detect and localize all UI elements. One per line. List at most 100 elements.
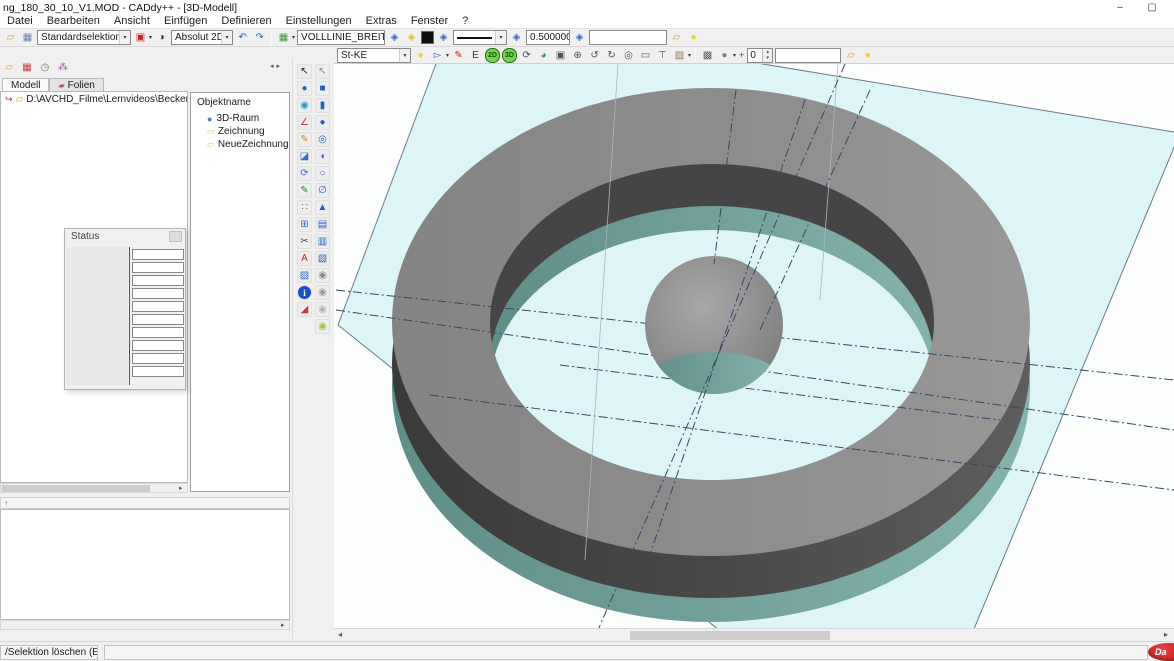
objekt-item-neuezeichnung[interactable]: ▱NeueZeichnung [191, 138, 289, 151]
detail-scroll-right-arrow[interactable]: ▸ [281, 621, 285, 630]
objekt-item-3d-raum[interactable]: ●3D-Raum [191, 112, 289, 125]
status-field-2[interactable] [132, 262, 184, 273]
globe-view-icon[interactable]: ◉ [297, 98, 312, 113]
torus-primitive-icon[interactable]: ◎ [315, 132, 330, 147]
status-field-6[interactable] [132, 314, 184, 325]
normal-view-icon[interactable]: ⊤ [655, 48, 670, 63]
bool-intersect-icon[interactable]: ◉ [315, 302, 330, 317]
chevron-down-icon[interactable]: ▾ [495, 31, 506, 44]
sketch-pen-icon[interactable]: ✎ [451, 48, 466, 63]
point-grid-icon[interactable]: ∷ [297, 200, 312, 215]
plus-icon[interactable]: + [738, 50, 745, 60]
layout-icon[interactable]: ▦ [20, 60, 34, 74]
linetype-input[interactable]: VOLLLINIE_BREIT [297, 30, 385, 45]
transform-icon[interactable]: ⟳ [297, 166, 312, 181]
pan-hand-icon[interactable]: ⊕ [570, 48, 585, 63]
value-input[interactable] [775, 48, 841, 63]
pencil-icon[interactable]: ✎ [297, 132, 312, 147]
bool-cut-icon[interactable]: ◉ [315, 319, 330, 334]
folder-apply-icon[interactable]: ▱ [669, 30, 684, 45]
tube-primitive-icon[interactable]: ∅ [315, 183, 330, 198]
edit-e-icon[interactable]: E [468, 48, 483, 63]
clock-icon[interactable]: ◷ [38, 60, 52, 74]
menu-einfgen[interactable]: Einfügen [157, 15, 214, 28]
sweep-icon[interactable]: ▧ [315, 251, 330, 266]
chevron-down-icon[interactable]: ▾ [292, 34, 295, 41]
tree-item-model-file[interactable]: ↪ ▱ D:\AVCHD_Filme\Lernvideos\BeckerCAD … [1, 92, 187, 105]
tree-horizontal-scrollbar[interactable]: ▸ [0, 483, 188, 493]
status-field-8[interactable] [132, 340, 184, 351]
sphere-primitive-icon[interactable]: ● [315, 115, 330, 130]
linetype-bulb-icon[interactable]: ◈ [404, 30, 419, 45]
coord-mode-dropdown[interactable]: Absolut 2D▾ [171, 30, 233, 45]
ring-primitive-icon[interactable]: ○ [315, 166, 330, 181]
chevron-down-icon[interactable]: ▾ [688, 52, 691, 59]
status-field-4[interactable] [132, 288, 184, 299]
zoom-prev-icon[interactable]: ▭ [638, 48, 653, 63]
layer-bulb-icon[interactable]: ● [413, 48, 428, 63]
new-model-folder-icon[interactable]: ▱ [2, 60, 16, 74]
status-field-3[interactable] [132, 275, 184, 286]
pen-color-swatch[interactable] [421, 31, 434, 44]
tree-scroll-right-arrow[interactable]: ▸ [179, 484, 183, 493]
objekt-item-zeichnung[interactable]: ▱Zeichnung [191, 125, 289, 138]
undo-icon[interactable]: ↶ [235, 30, 250, 45]
menu-bearbeiten[interactable]: Bearbeiten [40, 15, 107, 28]
linestyle-dropdown[interactable]: ▾ [453, 30, 507, 45]
hemisphere-primitive-icon[interactable]: ◖ [315, 149, 330, 164]
hatch-icon[interactable]: ▨ [297, 268, 312, 283]
insert-arrow-icon[interactable]: ↑ [4, 498, 9, 508]
chevron-down-icon[interactable]: ▾ [399, 49, 410, 62]
folder-apply2-icon[interactable]: ▱ [843, 48, 858, 63]
visibility-bulb-icon[interactable]: ● [686, 30, 701, 45]
status-field-1[interactable] [132, 249, 184, 260]
viewport-scroll-right-arrow[interactable]: ▸ [1164, 630, 1168, 639]
tree-scrollbar-thumb[interactable] [2, 485, 150, 492]
redo-icon[interactable]: ↷ [252, 30, 267, 45]
bool-union-icon[interactable]: ◉ [315, 268, 330, 283]
linestyle-layer-icon[interactable]: ◈ [509, 30, 524, 45]
menu-fenster[interactable]: Fenster [404, 15, 455, 28]
status-floating-window[interactable]: Status [64, 228, 186, 390]
tab-folien[interactable]: ▰Folien [49, 78, 103, 92]
open-folder-icon[interactable]: ▱ [3, 30, 18, 45]
menu-einstellungen[interactable]: Einstellungen [279, 15, 359, 28]
sphere-tool-icon[interactable]: ● [297, 81, 312, 96]
extrude-icon[interactable]: ▤ [315, 217, 330, 232]
zoom-window-icon[interactable]: ▣ [553, 48, 568, 63]
rotate-ccw-icon[interactable]: ↺ [587, 48, 602, 63]
box-primitive-icon[interactable]: ■ [315, 81, 330, 96]
value-spinner[interactable]: 0▴▾ [747, 48, 773, 63]
spinner-arrows[interactable]: ▴▾ [762, 49, 772, 62]
select-arrow-icon[interactable]: ↖ [297, 64, 312, 79]
chevron-down-icon[interactable]: ▾ [119, 31, 130, 44]
view-3d-button[interactable]: 3D [502, 48, 517, 63]
linewidth-layer-icon[interactable]: ◈ [572, 30, 587, 45]
rotate-view-icon[interactable]: ⟳ [519, 48, 534, 63]
text-icon[interactable]: A [297, 251, 312, 266]
green-pencil-icon[interactable]: ✎ [297, 183, 312, 198]
sphere-quality-icon[interactable]: ● [717, 48, 732, 63]
viewport-scroll-left-arrow[interactable]: ◂ [338, 630, 342, 639]
status-field-10[interactable] [132, 366, 184, 377]
menu-[interactable]: ? [455, 15, 475, 28]
objectname-input[interactable] [589, 30, 667, 45]
raster-grid-icon[interactable]: ▦ [276, 30, 291, 45]
viewport-scrollbar-thumb[interactable] [630, 631, 830, 640]
detail-horizontal-scrollbar[interactable]: ▸ [0, 620, 290, 630]
panel-scroll-arrows[interactable]: ◂▸ [270, 62, 283, 70]
pencolor-layer-icon[interactable]: ◈ [436, 30, 451, 45]
menu-extras[interactable]: Extras [359, 15, 404, 28]
select3d-icon[interactable]: ↖ [315, 64, 330, 79]
orbit-center-icon[interactable]: ◑ [154, 30, 169, 45]
view-2d-button[interactable]: 2D [485, 48, 500, 63]
snap-grid-icon[interactable]: ⊞ [297, 217, 312, 232]
shading-cube-icon[interactable]: ▧ [672, 48, 687, 63]
viewport-horizontal-scrollbar[interactable]: ◂ ▸ [334, 628, 1174, 641]
viewport-3d[interactable] [334, 64, 1174, 628]
bool-subtract-icon[interactable]: ◉ [315, 285, 330, 300]
chevron-down-icon[interactable]: ▾ [149, 34, 152, 41]
selection-mode-dropdown[interactable]: Standardselektion▾ [37, 30, 131, 45]
visibility-bulb2-icon[interactable]: ● [860, 48, 875, 63]
users-icon[interactable]: ⁂ [56, 60, 70, 74]
